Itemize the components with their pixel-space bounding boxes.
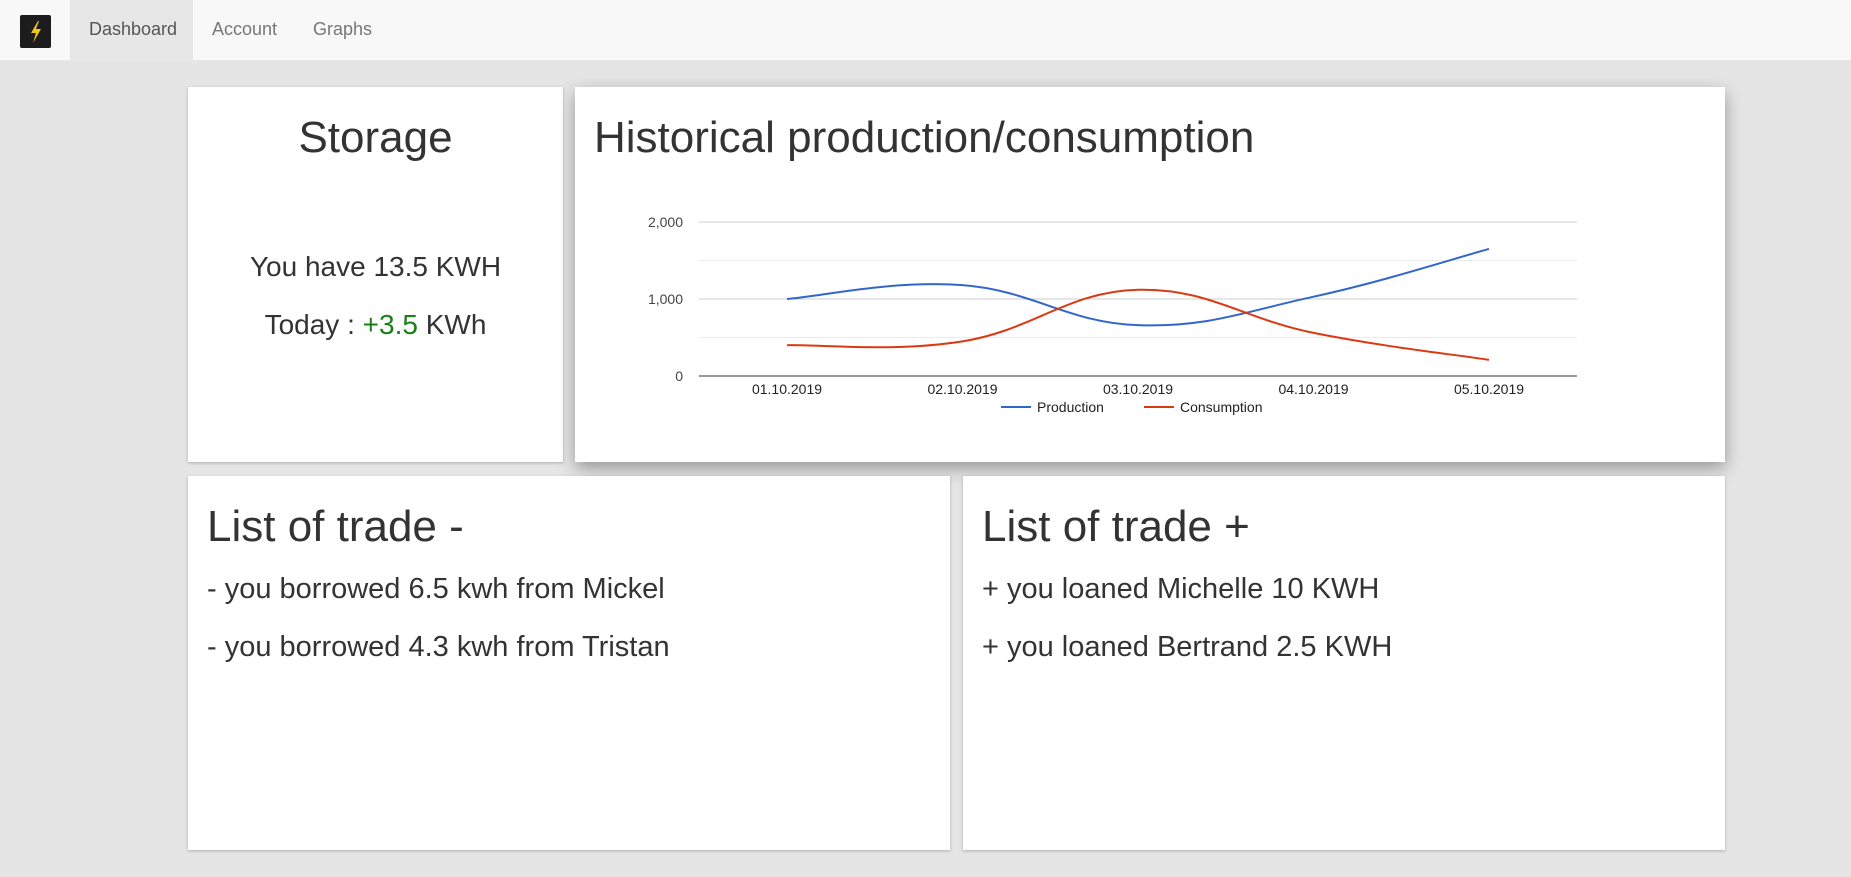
storage-amount: You have 13.5 KWH (249, 251, 502, 282)
nav-dashboard[interactable]: Dashboard (70, 0, 193, 61)
trade-minus-title: List of trade - (207, 502, 464, 551)
y-tick-label: 2,000 (648, 214, 683, 230)
trade-plus-card: List of trade + + you loaned Michelle 10… (963, 476, 1725, 850)
brand-logo[interactable] (20, 15, 51, 48)
today-prefix: Today : (264, 309, 363, 340)
legend-label: Consumption (1180, 399, 1263, 415)
trade-minus-item: - you borrowed 6.5 kwh from Mickel (207, 573, 665, 605)
trade-minus-item: - you borrowed 4.3 kwh from Tristan (207, 631, 670, 663)
production-consumption-chart: 0 1,000 2,000 01.10.2019 02.10.2019 03.10.201… (648, 214, 1577, 415)
today-value: +3.5 (362, 309, 418, 340)
storage-title: Storage (298, 113, 453, 162)
nav-account[interactable]: Account (193, 0, 296, 61)
trade-plus-item: + you loaned Bertrand 2.5 KWH (982, 631, 1393, 663)
y-tick-label: 1,000 (648, 291, 683, 307)
y-tick-label: 0 (675, 368, 683, 384)
today-unit: KWh (417, 309, 487, 340)
storage-card: Storage You have 13.5 KWH Today : +3.5 K… (188, 87, 563, 462)
x-tick-label: 04.10.2019 (1278, 381, 1348, 397)
x-tick-label: 01.10.2019 (752, 381, 822, 397)
storage-today: Today : +3.5 KWh (188, 309, 563, 341)
legend-label: Production (1037, 399, 1104, 415)
nav-graphs[interactable]: Graphs (294, 0, 391, 61)
x-tick-label: 02.10.2019 (927, 381, 997, 397)
lightning-bolt-icon (30, 20, 41, 43)
trade-minus-card: List of trade - - you borrowed 6.5 kwh f… (188, 476, 950, 850)
trade-plus-item: + you loaned Michelle 10 KWH (982, 573, 1380, 605)
x-tick-label: 05.10.2019 (1454, 381, 1524, 397)
x-tick-label: 03.10.2019 (1103, 381, 1173, 397)
history-card: Historical production/consumption 0 1,000… (575, 87, 1725, 462)
trade-plus-title: List of trade + (982, 502, 1250, 551)
navbar: Dashboard Account Graphs (0, 0, 1851, 61)
